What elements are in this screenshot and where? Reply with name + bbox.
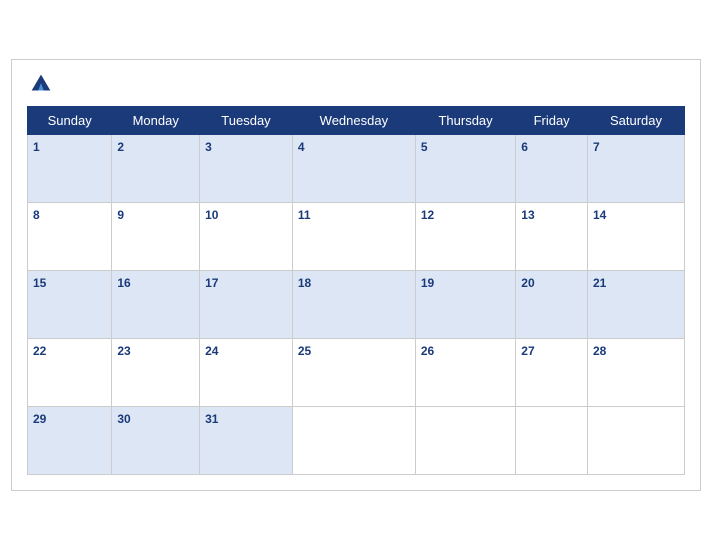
calendar-cell: 23 — [112, 339, 200, 407]
day-number: 18 — [298, 276, 311, 290]
calendar-cell: 21 — [587, 271, 684, 339]
calendar-cell: 2 — [112, 135, 200, 203]
calendar-cell: 22 — [28, 339, 112, 407]
day-number: 24 — [205, 344, 218, 358]
calendar-week-row: 8 9 10 11 12 13 14 — [28, 203, 685, 271]
calendar-cell: 15 — [28, 271, 112, 339]
calendar-cell: 20 — [516, 271, 588, 339]
calendar-cell: 4 — [292, 135, 415, 203]
calendar-body: 1234567891011121314151617181920212223242… — [28, 135, 685, 475]
calendar-cell: 9 — [112, 203, 200, 271]
day-number: 28 — [593, 344, 606, 358]
calendar-cell — [516, 407, 588, 475]
calendar-cell: 5 — [415, 135, 515, 203]
calendar-cell: 8 — [28, 203, 112, 271]
weekday-header-row: SundayMondayTuesdayWednesdayThursdayFrid… — [28, 107, 685, 135]
calendar-week-row: 29 30 31 — [28, 407, 685, 475]
logo-area — [27, 70, 59, 98]
calendar-table: SundayMondayTuesdayWednesdayThursdayFrid… — [27, 106, 685, 475]
day-number: 7 — [593, 140, 600, 154]
calendar-cell: 12 — [415, 203, 515, 271]
day-number: 14 — [593, 208, 606, 222]
calendar-cell: 16 — [112, 271, 200, 339]
calendar-cell: 19 — [415, 271, 515, 339]
generalblue-logo-icon — [27, 70, 55, 98]
day-number: 12 — [421, 208, 434, 222]
calendar-cell: 3 — [200, 135, 293, 203]
day-number: 13 — [521, 208, 534, 222]
calendar-cell: 6 — [516, 135, 588, 203]
day-number: 3 — [205, 140, 212, 154]
day-number: 27 — [521, 344, 534, 358]
day-number: 9 — [117, 208, 124, 222]
calendar-week-row: 15 16 17 18 19 20 21 — [28, 271, 685, 339]
calendar-cell: 1 — [28, 135, 112, 203]
calendar-cell: 26 — [415, 339, 515, 407]
day-number: 11 — [298, 208, 311, 222]
calendar-cell: 13 — [516, 203, 588, 271]
calendar-cell: 17 — [200, 271, 293, 339]
calendar-cell: 18 — [292, 271, 415, 339]
day-number: 16 — [117, 276, 130, 290]
calendar-week-row: 22 23 24 25 26 27 28 — [28, 339, 685, 407]
day-number: 8 — [33, 208, 40, 222]
day-number: 20 — [521, 276, 534, 290]
calendar-cell: 11 — [292, 203, 415, 271]
weekday-header-saturday: Saturday — [587, 107, 684, 135]
calendar-header — [27, 70, 685, 98]
weekday-header-thursday: Thursday — [415, 107, 515, 135]
calendar-cell: 27 — [516, 339, 588, 407]
day-number: 29 — [33, 412, 46, 426]
day-number: 23 — [117, 344, 130, 358]
weekday-header-sunday: Sunday — [28, 107, 112, 135]
weekday-header-wednesday: Wednesday — [292, 107, 415, 135]
day-number: 1 — [33, 140, 40, 154]
day-number: 25 — [298, 344, 311, 358]
calendar-cell: 7 — [587, 135, 684, 203]
day-number: 31 — [205, 412, 218, 426]
calendar-week-row: 1 2 3 4 5 6 7 — [28, 135, 685, 203]
calendar-cell: 25 — [292, 339, 415, 407]
day-number: 10 — [205, 208, 218, 222]
weekday-header-tuesday: Tuesday — [200, 107, 293, 135]
calendar-container: SundayMondayTuesdayWednesdayThursdayFrid… — [11, 59, 701, 491]
calendar-cell: 30 — [112, 407, 200, 475]
calendar-cell: 28 — [587, 339, 684, 407]
weekday-header-friday: Friday — [516, 107, 588, 135]
weekday-header-monday: Monday — [112, 107, 200, 135]
calendar-cell — [415, 407, 515, 475]
day-number: 2 — [117, 140, 124, 154]
calendar-cell: 24 — [200, 339, 293, 407]
day-number: 5 — [421, 140, 428, 154]
day-number: 6 — [521, 140, 528, 154]
day-number: 19 — [421, 276, 434, 290]
calendar-cell: 10 — [200, 203, 293, 271]
calendar-cell: 14 — [587, 203, 684, 271]
day-number: 4 — [298, 140, 305, 154]
day-number: 15 — [33, 276, 46, 290]
day-number: 17 — [205, 276, 218, 290]
calendar-cell — [292, 407, 415, 475]
day-number: 22 — [33, 344, 46, 358]
calendar-cell — [587, 407, 684, 475]
calendar-cell: 31 — [200, 407, 293, 475]
day-number: 21 — [593, 276, 606, 290]
day-number: 26 — [421, 344, 434, 358]
day-number: 30 — [117, 412, 130, 426]
calendar-cell: 29 — [28, 407, 112, 475]
